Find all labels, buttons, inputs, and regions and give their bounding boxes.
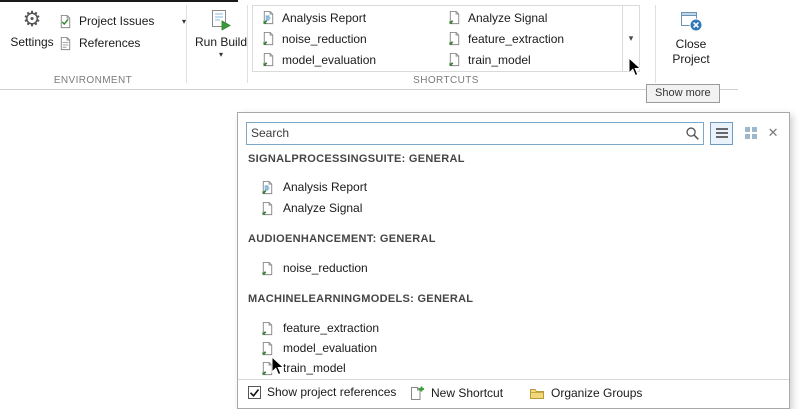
shortcut-label: model_evaluation (282, 53, 376, 67)
popup-item-label: model_evaluation (283, 341, 377, 355)
environment-items: Project Issues ▾ References (58, 10, 186, 54)
shortcut-icon (260, 201, 275, 216)
shortcut-label: Analyze Signal (468, 11, 547, 25)
close-project-button[interactable]: Close Project (662, 8, 720, 67)
shortcut-icon (261, 52, 276, 67)
show-more-tooltip: Show more (646, 84, 720, 103)
grid-view-icon (744, 126, 758, 140)
popup-toolbar: ✕ (246, 121, 783, 145)
shortcut-label: feature_extraction (468, 32, 564, 46)
popup-item-label: feature_extraction (283, 321, 379, 335)
environment-group-label: ENVIRONMENT (0, 75, 186, 86)
checkbox-checked-icon (248, 386, 261, 399)
shortcuts-popup: ✕ SIGNALPROCESSINGSUITE: GENERAL Analysi… (237, 112, 790, 409)
popup-item-label: Analyze Signal (283, 201, 362, 215)
shortcut-icon (261, 31, 276, 46)
mouse-cursor (271, 356, 286, 377)
checked-document-icon (58, 14, 73, 29)
search-input[interactable] (246, 122, 704, 145)
project-issues-button[interactable]: Project Issues ▾ (58, 10, 186, 32)
shortcut-icon (260, 341, 275, 356)
shortcut-train-model[interactable]: train_model (439, 49, 622, 70)
section-header: MACHINELEARNINGMODELS: GENERAL (248, 293, 473, 305)
shortcut-icon (447, 52, 462, 67)
organize-groups-button[interactable]: Organize Groups (529, 385, 642, 401)
popup-footer: Show project references New Shortcut Org… (238, 379, 789, 408)
report-shortcut-icon (260, 180, 275, 195)
window-top-border (0, 0, 238, 2)
shortcut-noise-reduction[interactable]: noise_reduction (253, 28, 439, 49)
shortcut-analyze-signal[interactable]: Analyze Signal (439, 7, 622, 28)
run-build-label: Run Build (195, 35, 247, 49)
shortcut-icon (260, 261, 275, 276)
show-project-references-label: Show project references (267, 385, 396, 399)
group-separator (655, 5, 656, 83)
popup-item-label: Analysis Report (283, 180, 367, 194)
shortcut-model-evaluation[interactable]: model_evaluation (253, 49, 439, 70)
close-project-icon (678, 8, 704, 34)
list-view-button[interactable] (710, 122, 734, 145)
section-header: AUDIOENHANCEMENT: GENERAL (248, 233, 436, 245)
references-label: References (79, 36, 140, 50)
popup-item-analysis-report[interactable]: Analysis Report (260, 177, 367, 197)
shortcut-label: Analysis Report (282, 11, 366, 25)
grid-view-button[interactable] (739, 122, 763, 145)
shortcut-label: train_model (468, 53, 531, 67)
popup-item-analyze-signal[interactable]: Analyze Signal (260, 198, 362, 218)
run-build-icon (209, 8, 233, 32)
mouse-cursor (628, 57, 643, 78)
settings-button[interactable]: ⚙ Settings (8, 8, 56, 49)
project-issues-label: Project Issues (79, 14, 154, 28)
popup-item-feature-extraction[interactable]: feature_extraction (260, 318, 379, 338)
shortcut-icon (447, 31, 462, 46)
shortcut-icon (260, 321, 275, 336)
references-button[interactable]: References (58, 32, 186, 54)
chevron-down-icon[interactable]: ▾ (219, 50, 223, 59)
shortcuts-group-label: SHORTCUTS (252, 75, 640, 86)
popup-item-model-evaluation[interactable]: model_evaluation (260, 338, 377, 358)
shortcut-feature-extraction[interactable]: feature_extraction (439, 28, 622, 49)
shortcuts-gallery: Analysis Report noise_reduction model_ev… (252, 5, 640, 72)
close-project-label: Close Project (662, 37, 720, 67)
settings-label: Settings (10, 35, 53, 49)
shortcut-label: noise_reduction (282, 32, 367, 46)
run-build-button[interactable]: Run Build ▾ (194, 8, 248, 59)
search-icon (685, 126, 700, 141)
popup-item-noise-reduction[interactable]: noise_reduction (260, 258, 368, 278)
shortcut-icon (447, 10, 462, 25)
organize-groups-folder-icon (529, 385, 545, 401)
gear-icon: ⚙ (23, 8, 42, 32)
group-separator (186, 5, 187, 83)
show-project-references-checkbox[interactable]: Show project references (248, 385, 396, 399)
list-view-icon (715, 127, 729, 139)
chevron-down-icon: ▾ (629, 33, 634, 44)
organize-groups-label: Organize Groups (551, 386, 642, 400)
gallery-column-2: Analyze Signal feature_extraction train_… (439, 6, 622, 71)
gallery-column-1: Analysis Report noise_reduction model_ev… (253, 6, 439, 71)
new-shortcut-icon (409, 385, 425, 401)
search-box (246, 122, 704, 145)
popup-item-label: train_model (283, 361, 346, 375)
popup-close-button[interactable]: ✕ (763, 125, 783, 141)
new-shortcut-button[interactable]: New Shortcut (409, 385, 503, 401)
new-shortcut-label: New Shortcut (431, 386, 503, 400)
popup-item-label: noise_reduction (283, 261, 368, 275)
document-icon (58, 36, 73, 51)
report-shortcut-icon (261, 10, 276, 25)
section-header: SIGNALPROCESSINGSUITE: GENERAL (248, 153, 465, 165)
shortcut-analysis-report[interactable]: Analysis Report (253, 7, 439, 28)
